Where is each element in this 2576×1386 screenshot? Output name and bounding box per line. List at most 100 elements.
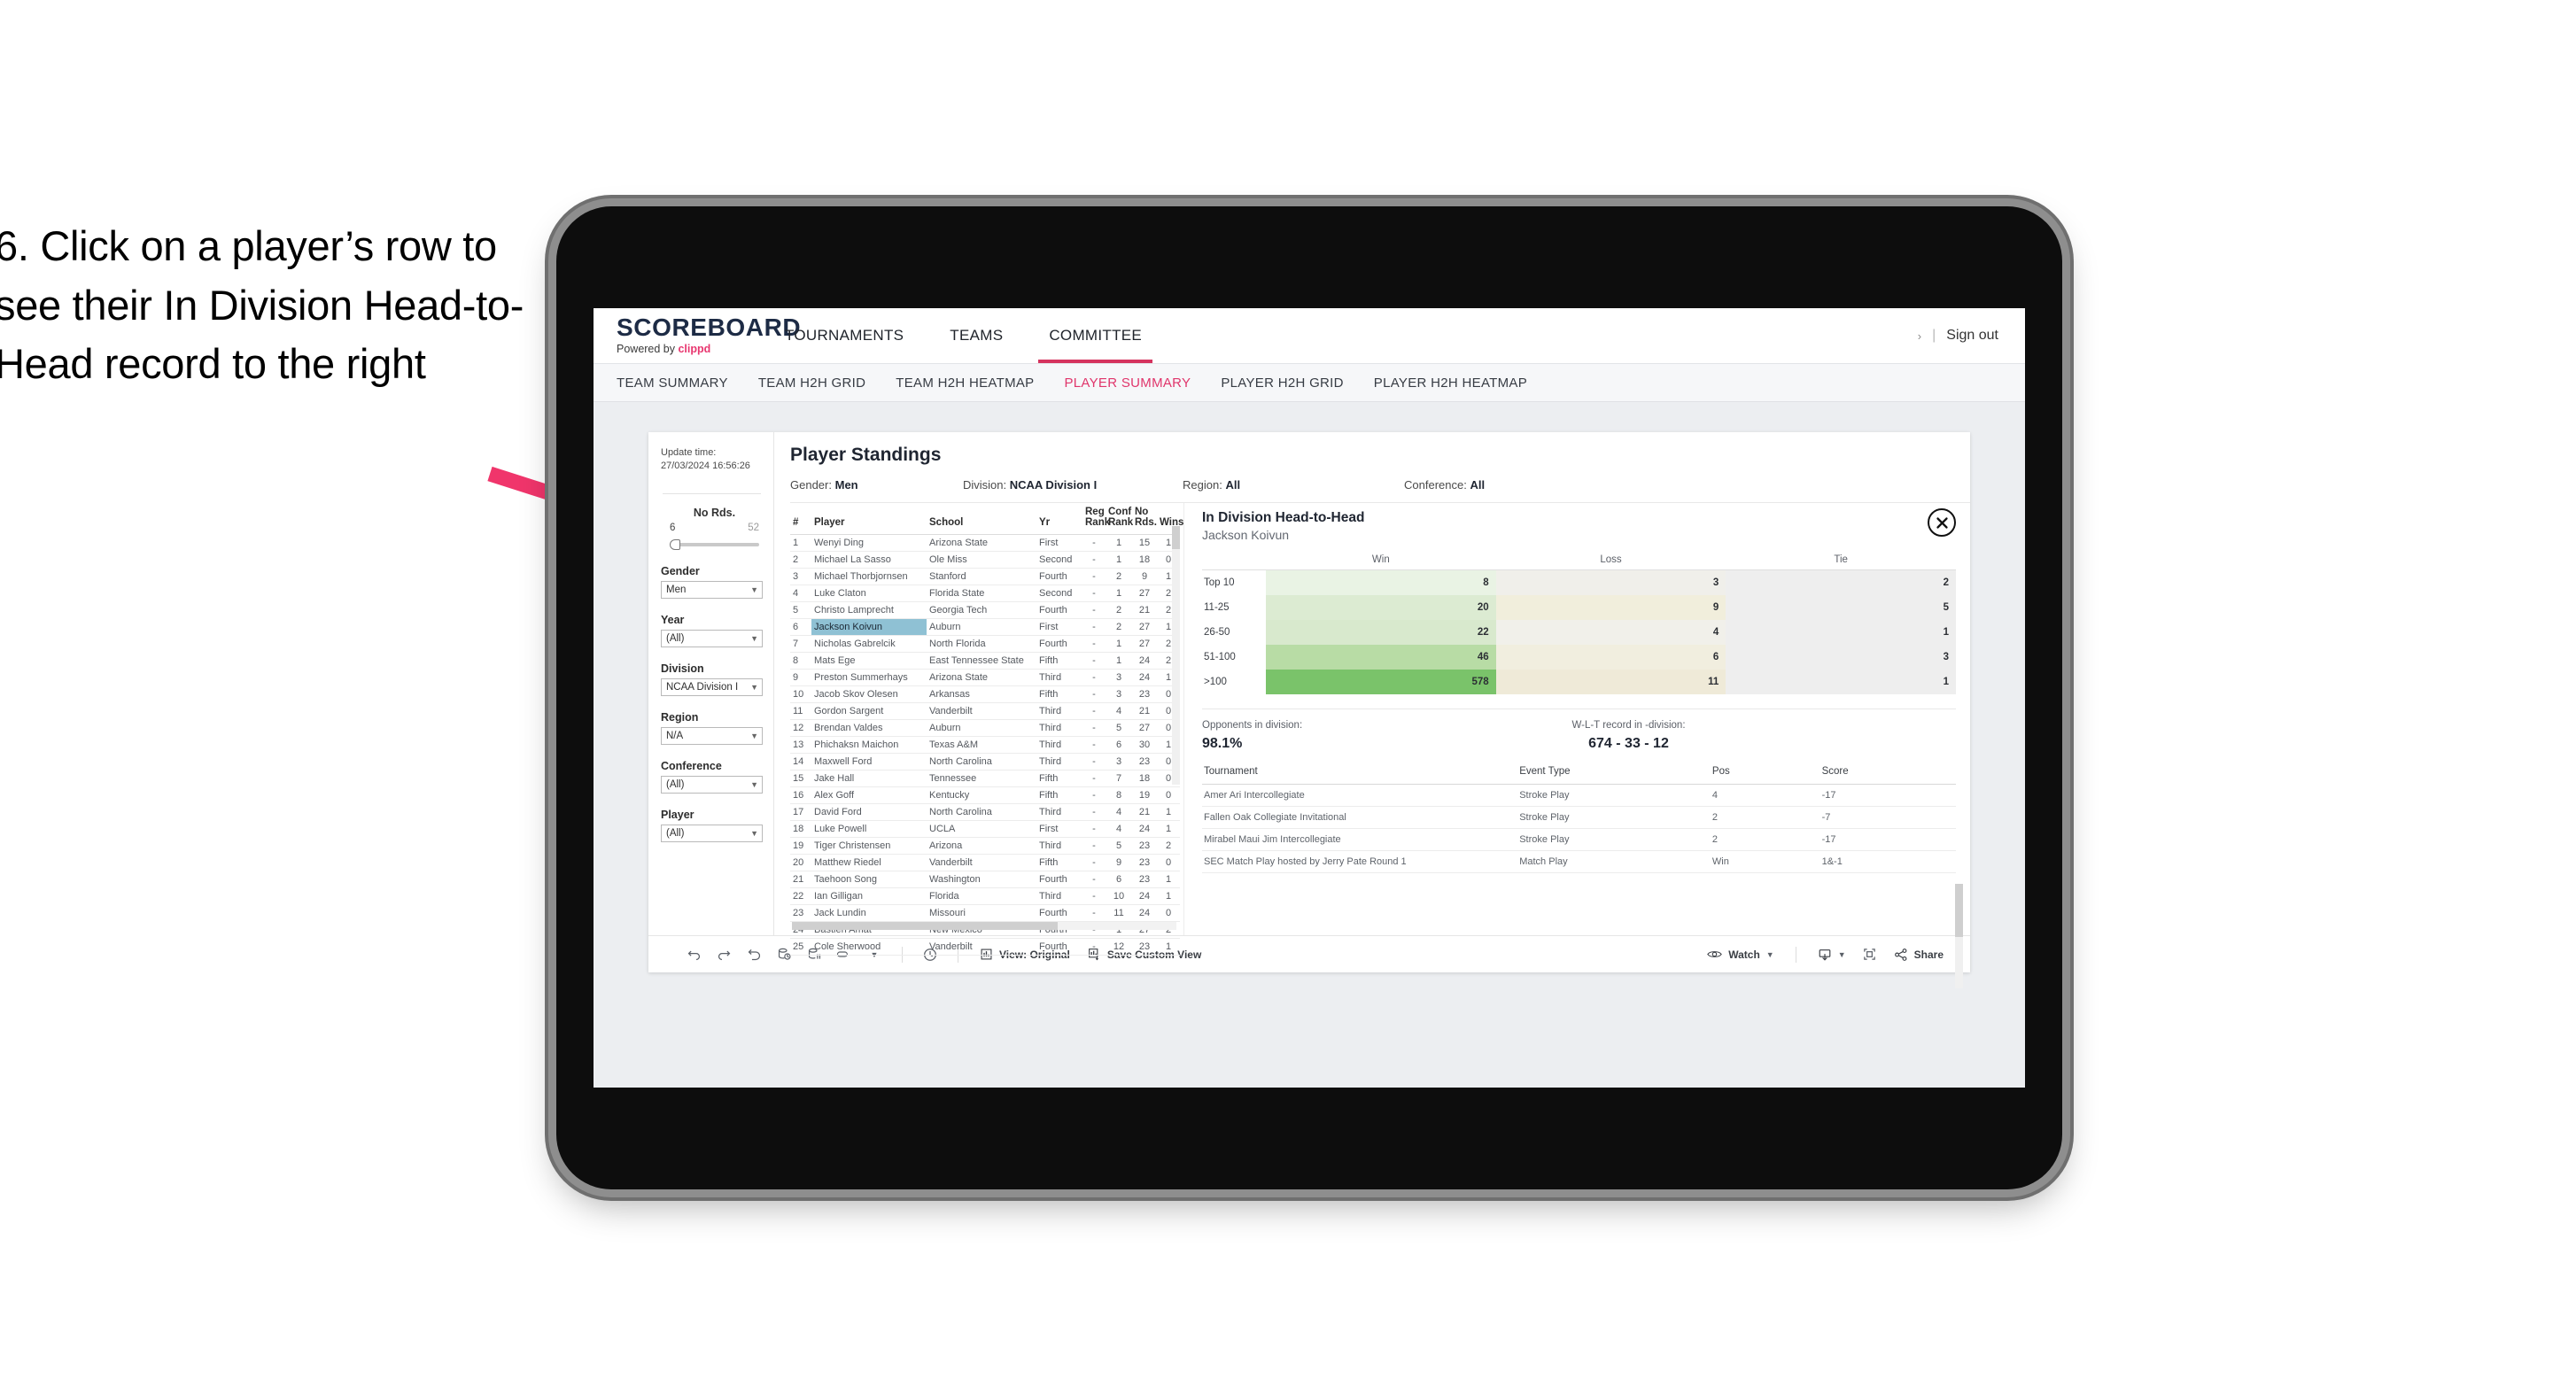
filter-division-select[interactable]: NCAA Division I ▼ <box>661 678 763 696</box>
table-row[interactable]: 1 Wenyi Ding Arizona State First -1 15 1 <box>790 534 1180 552</box>
tab-team-summary[interactable]: TEAM SUMMARY <box>617 376 728 391</box>
cell-wins: 2 <box>1157 837 1180 855</box>
table-row[interactable]: 25 Cole Sherwood Vanderbilt Fourth -12 23 1 <box>790 938 1180 956</box>
table-row[interactable]: 9 Preston Summerhays Arizona State Third -3 2… <box>790 669 1180 686</box>
table-row[interactable]: 2 Michael La Sasso Ole Miss Second -1 18 0 <box>790 551 1180 569</box>
fullscreen-icon[interactable] <box>1855 941 1885 968</box>
col-reg-rank[interactable]: Reg Rank <box>1082 503 1110 535</box>
watch-button[interactable]: Watch ▼ <box>1698 949 1782 961</box>
stat-label: W-L-T record in -division: <box>1571 720 1686 731</box>
h2h-stats: Opponents in division: 98.1% W-L-T recor… <box>1202 708 1956 752</box>
heatmap-cell-loss[interactable]: 3 <box>1495 569 1726 595</box>
slider-handle[interactable] <box>670 538 680 550</box>
download-button[interactable]: ▼ <box>1809 948 1855 962</box>
table-row[interactable]: 17 David Ford North Carolina Third -4 21 1 <box>790 803 1180 821</box>
filter-gender-select[interactable]: Men ▼ <box>661 580 763 599</box>
share-button[interactable]: Share <box>1885 948 1952 962</box>
col-pos: Pos <box>1710 763 1820 785</box>
table-row[interactable]: 22 Ian Gilligan Florida Third -10 24 1 <box>790 887 1180 905</box>
filters-sidebar: Update time: 27/03/2024 16:56:26 No Rds.… <box>648 432 774 935</box>
heatmap-cell-win[interactable]: 8 <box>1266 569 1496 595</box>
cell-player: Jack Lundin <box>811 904 927 922</box>
filter-year-select[interactable]: (All) ▼ <box>661 629 763 647</box>
heatmap-cell-loss[interactable]: 11 <box>1495 670 1726 694</box>
table-row[interactable]: 6 Jackson Koivun Auburn First -2 27 1 <box>790 618 1180 636</box>
filter-player-select[interactable]: (All) ▼ <box>661 824 763 842</box>
heatmap-cell-tie[interactable]: 3 <box>1726 645 1956 670</box>
heatmap-cell-tie[interactable]: 1 <box>1726 670 1956 694</box>
tournament-scrollbar[interactable] <box>1955 884 1963 988</box>
table-row[interactable]: 16 Alex Goff Kentucky Fifth -8 19 0 <box>790 786 1180 804</box>
scrollbar-thumb[interactable] <box>1955 884 1963 937</box>
cell-reg-rank: - <box>1082 534 1106 552</box>
table-row[interactable]: 5 Christo Lamprecht Georgia Tech Fourth -2 21… <box>790 601 1180 619</box>
cell-player: Ian Gilligan <box>811 887 927 905</box>
redo-icon[interactable] <box>709 941 739 968</box>
table-row[interactable]: 11 Gordon Sargent Vanderbilt Third -4 21 0 <box>790 702 1180 720</box>
table-row[interactable]: 12 Brendan Valdes Auburn Third -5 27 0 <box>790 719 1180 737</box>
cell-school: North Carolina <box>927 753 1036 770</box>
undo-icon[interactable] <box>679 941 709 968</box>
filter-gender-value: Men <box>666 584 687 595</box>
heatmap-cell-tie[interactable]: 1 <box>1726 620 1956 645</box>
table-row[interactable]: 21 Taehoon Song Washington Fourth -6 23 1 <box>790 871 1180 888</box>
table-row[interactable]: 23 Jack Lundin Missouri Fourth -11 24 0 <box>790 904 1180 922</box>
sign-out-link[interactable]: Sign out <box>1946 328 1998 344</box>
nav-tournaments[interactable]: TOURNAMENTS <box>762 308 927 363</box>
cell-reg-rank: - <box>1082 601 1106 619</box>
table-horizontal-scrollbar[interactable] <box>792 922 1176 930</box>
filter-conference-select[interactable]: (All) ▼ <box>661 775 763 794</box>
tab-player-summary[interactable]: PLAYER SUMMARY <box>1064 376 1191 391</box>
cell-yr: Fourth <box>1036 871 1082 888</box>
revert-icon[interactable] <box>739 941 769 968</box>
tab-team-h2h-grid[interactable]: TEAM H2H GRID <box>758 376 865 391</box>
table-row[interactable]: 4 Luke Claton Florida State Second -1 27 2 <box>790 585 1180 602</box>
heatmap-cell-win[interactable]: 578 <box>1266 670 1496 694</box>
heatmap-cell-loss[interactable]: 4 <box>1495 620 1726 645</box>
table-row[interactable]: 13 Phichaksn Maichon Texas A&M Third -6 30 1 <box>790 736 1180 754</box>
col-no-rds[interactable]: No Rds. <box>1132 503 1157 535</box>
heatmap-cell-win[interactable]: 22 <box>1266 620 1496 645</box>
table-row[interactable]: 18 Luke Powell UCLA First -4 24 1 <box>790 820 1180 838</box>
table-row[interactable]: 7 Nicholas Gabrelcik North Florida Fourth -1… <box>790 635 1180 653</box>
tab-player-h2h-grid[interactable]: PLAYER H2H GRID <box>1221 376 1343 391</box>
scrollbar-thumb[interactable] <box>1172 526 1180 549</box>
tablet-screen: SCOREBOARD Powered by clippd TOURNAMENTS… <box>594 308 2025 1088</box>
slider-min-value: 6 <box>670 522 676 533</box>
table-row[interactable]: 10 Jacob Skov Olesen Arkansas Fifth -3 23 0 <box>790 685 1180 703</box>
tab-team-h2h-heatmap[interactable]: TEAM H2H HEATMAP <box>896 376 1034 391</box>
col-conf-rank[interactable]: Conf Rank <box>1106 503 1133 535</box>
content-split: # Player School Yr Reg Rank Conf Rank No… <box>774 503 1970 988</box>
col-yr[interactable]: Yr <box>1036 503 1082 535</box>
tab-player-h2h-heatmap[interactable]: PLAYER H2H HEATMAP <box>1374 376 1527 391</box>
heatmap-cell-win[interactable]: 46 <box>1266 645 1496 670</box>
heatmap-cell-loss[interactable]: 9 <box>1495 595 1726 620</box>
filter-region-select[interactable]: N/A ▼ <box>661 726 763 745</box>
heatmap-cell-tie[interactable]: 2 <box>1726 569 1956 595</box>
nav-committee[interactable]: COMMITTEE <box>1026 308 1165 363</box>
filter-conference-label: Conference <box>661 759 722 772</box>
no-rounds-slider[interactable] <box>670 538 759 550</box>
cell-player: Jackson Koivun <box>811 618 927 636</box>
table-row[interactable]: 19 Tiger Christensen Arizona Third -5 23 2 <box>790 837 1180 855</box>
scrollbar-thumb[interactable] <box>792 922 1058 930</box>
col-rank[interactable]: # <box>790 503 811 535</box>
cell-reg-rank: - <box>1082 871 1106 888</box>
table-row[interactable]: 20 Matthew Riedel Vanderbilt Fifth -9 23 0 <box>790 854 1180 871</box>
table-row[interactable]: 15 Jake Hall Tennessee Fifth -7 18 0 <box>790 770 1180 787</box>
no-rounds-range: 6 52 <box>670 523 759 533</box>
col-player[interactable]: Player <box>811 503 927 535</box>
cell-no-rds: 9 <box>1132 568 1157 585</box>
table-row[interactable]: 8 Mats Ege East Tennessee State Fifth -1 24 2 <box>790 652 1180 670</box>
nav-teams[interactable]: TEAMS <box>927 308 1026 363</box>
table-row[interactable]: 3 Michael Thorbjornsen Stanford Fourth -2 9 1 <box>790 568 1180 585</box>
table-vertical-scrollbar[interactable] <box>1172 526 1180 785</box>
heatmap-cell-win[interactable]: 20 <box>1266 595 1496 620</box>
cell-player: Luke Powell <box>811 820 927 838</box>
heatmap-cell-tie[interactable]: 5 <box>1726 595 1956 620</box>
col-school[interactable]: School <box>927 503 1036 535</box>
cell-conf-rank: 6 <box>1106 871 1132 888</box>
table-row[interactable]: 14 Maxwell Ford North Carolina Third -3 23 0 <box>790 753 1180 770</box>
close-icon[interactable] <box>1928 508 1956 537</box>
heatmap-cell-loss[interactable]: 6 <box>1495 645 1726 670</box>
